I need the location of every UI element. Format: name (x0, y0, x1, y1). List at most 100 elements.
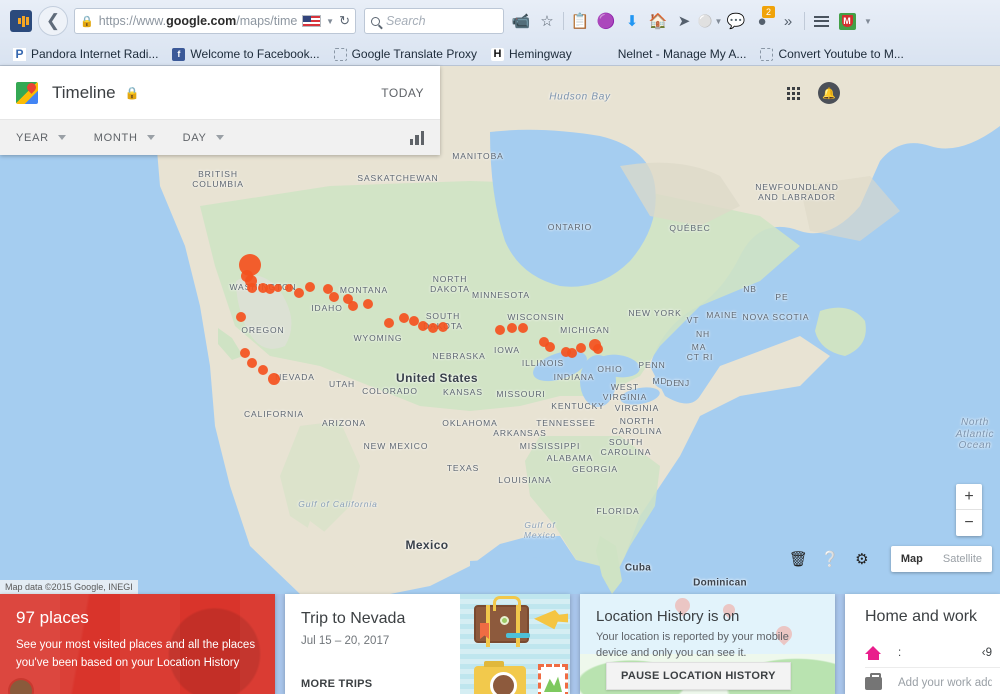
more-trips-link[interactable]: MORE TRIPS (301, 678, 372, 690)
location-dot[interactable] (399, 313, 409, 323)
us-flag-icon (302, 15, 322, 27)
location-dot[interactable] (438, 322, 448, 332)
location-dot[interactable] (329, 292, 339, 302)
map-type-map[interactable]: Map (891, 553, 933, 565)
location-dot[interactable] (348, 301, 358, 311)
month-selector[interactable]: MONTH (94, 132, 155, 144)
work-address-row[interactable]: Add your work address (865, 668, 1000, 694)
location-dot[interactable] (384, 318, 394, 328)
mcafee-icon[interactable]: M (834, 6, 860, 36)
chevron-down-icon[interactable]: ▼ (326, 17, 334, 26)
home-and-work-card[interactable]: Home and work : ‹9 Add your work address (845, 594, 1000, 694)
zoom-out-button[interactable]: − (956, 510, 982, 536)
home-icon[interactable]: 🏠 (645, 6, 671, 36)
back-button[interactable]: ❮ (38, 6, 68, 36)
map-label: TENNESSEE (536, 418, 596, 429)
menu-caret-icon[interactable]: ▼ (860, 6, 876, 36)
location-dot[interactable] (268, 373, 280, 385)
home-icon (865, 645, 882, 660)
bookmark-convert-youtube[interactable]: Convert Youtube to M... (753, 44, 910, 64)
location-dot[interactable] (294, 288, 304, 298)
overflow-chevrons-icon[interactable]: » (775, 6, 801, 36)
pocket-icon[interactable]: 🟣 (593, 6, 619, 36)
bookmark-nelnet[interactable]: Nelnet - Manage My A... (593, 44, 754, 64)
send-icon[interactable]: ➤ (671, 6, 697, 36)
location-dot[interactable] (363, 299, 373, 309)
notifications-bell-icon[interactable]: 🔔 (818, 82, 840, 104)
map-type-satellite[interactable]: Satellite (933, 553, 992, 565)
home-address-extra: ‹9 (981, 646, 992, 659)
home-work-title: Home and work (865, 608, 978, 625)
clipboard-icon[interactable]: 📋 (567, 6, 593, 36)
map-attribution: Map data ©2015 Google, INEGI (0, 580, 138, 594)
bookmarks-bar: P Pandora Internet Radi... f Welcome to … (0, 42, 1000, 66)
generic-page-icon (333, 47, 347, 61)
bookmark-label: Pandora Internet Radi... (31, 47, 159, 61)
bookmark-star-icon[interactable]: ☆ (534, 6, 560, 36)
map-label: WISCONSIN (507, 312, 565, 323)
location-dot[interactable] (428, 323, 438, 333)
bookmark-facebook[interactable]: f Welcome to Facebook... (165, 44, 326, 64)
chat-bubble-icon[interactable]: 💬 (723, 6, 749, 36)
generic-page-icon (760, 47, 774, 61)
location-dot[interactable] (240, 348, 250, 358)
facebook-icon: f (172, 47, 186, 61)
zoom-in-button[interactable]: + (956, 484, 982, 510)
trip-card[interactable]: Trip to Nevada Jul 15 – 20, 2017 MORE TR… (285, 594, 570, 694)
places-card[interactable]: 97 places See your most visited places a… (0, 594, 275, 694)
bottom-cards: 97 places See your most visited places a… (0, 594, 1000, 694)
bookmark-label: Nelnet - Manage My A... (617, 47, 747, 61)
location-dot[interactable] (274, 284, 282, 292)
map-label: NORTH DAKOTA (430, 274, 470, 294)
map-label: Gulf of California (298, 499, 378, 510)
location-dot[interactable] (236, 312, 246, 322)
map-label: NB (743, 284, 757, 295)
download-arrow-icon[interactable]: ⬇ (619, 6, 645, 36)
reload-icon[interactable]: ↻ (339, 13, 350, 29)
location-dot[interactable] (593, 344, 603, 354)
location-dot[interactable] (576, 343, 586, 353)
location-history-card[interactable]: Location History is on Your location is … (580, 594, 835, 694)
map-label: NH (695, 329, 711, 340)
map-label: NEVADA (275, 372, 315, 383)
map-label: Dominican (693, 577, 747, 589)
webcam-icon[interactable]: 📹 (508, 6, 534, 36)
colorzilla-icon[interactable]: ● 2 (749, 6, 775, 36)
location-dot[interactable] (418, 321, 428, 331)
toolbar-divider (563, 12, 564, 30)
map-label: COLORADO (362, 386, 418, 397)
zoom-controls[interactable]: + − (956, 484, 982, 536)
help-icon[interactable]: ❔ (821, 550, 840, 568)
bookmark-hemingway[interactable]: H Hemingway (484, 44, 579, 64)
address-bar[interactable]: 🔒 https://www.google.com/maps/timeline? … (74, 8, 356, 34)
location-dot[interactable] (258, 365, 268, 375)
location-dot[interactable] (495, 325, 505, 335)
settings-gear-icon[interactable]: ⚙ (853, 550, 871, 568)
location-dot[interactable] (285, 284, 293, 292)
year-selector[interactable]: YEAR (16, 132, 66, 144)
pause-location-history-button[interactable]: PAUSE LOCATION HISTORY (606, 662, 791, 690)
search-input[interactable]: Search (364, 8, 504, 34)
location-dot[interactable] (507, 323, 517, 333)
location-dot[interactable] (247, 358, 257, 368)
day-selector[interactable]: DAY (183, 132, 224, 144)
bookmark-google-translate-proxy[interactable]: Google Translate Proxy (327, 44, 484, 64)
today-button[interactable]: TODAY (381, 86, 424, 100)
apps-grid-icon[interactable] (787, 86, 800, 100)
home-address-row[interactable]: : ‹9 (865, 638, 1000, 668)
map-label: PENN (638, 360, 666, 371)
adblock-icon[interactable]: ⚪ ▼ (697, 6, 723, 36)
toolbar-divider-2 (804, 12, 805, 30)
bar-chart-toggle[interactable] (409, 130, 424, 145)
location-dot[interactable] (518, 323, 528, 333)
location-dot[interactable] (247, 283, 257, 293)
location-dot[interactable] (305, 282, 315, 292)
travel-illustration (460, 594, 570, 694)
location-dot[interactable] (545, 342, 555, 352)
hamburger-menu-icon[interactable] (808, 6, 834, 36)
bookmark-label: Convert Youtube to M... (778, 47, 904, 61)
map-label: ONTARIO (547, 222, 593, 233)
delete-icon[interactable]: 🗑 (789, 550, 808, 568)
map-type-switcher[interactable]: Map Satellite (890, 546, 992, 572)
bookmark-pandora[interactable]: P Pandora Internet Radi... (6, 44, 165, 64)
